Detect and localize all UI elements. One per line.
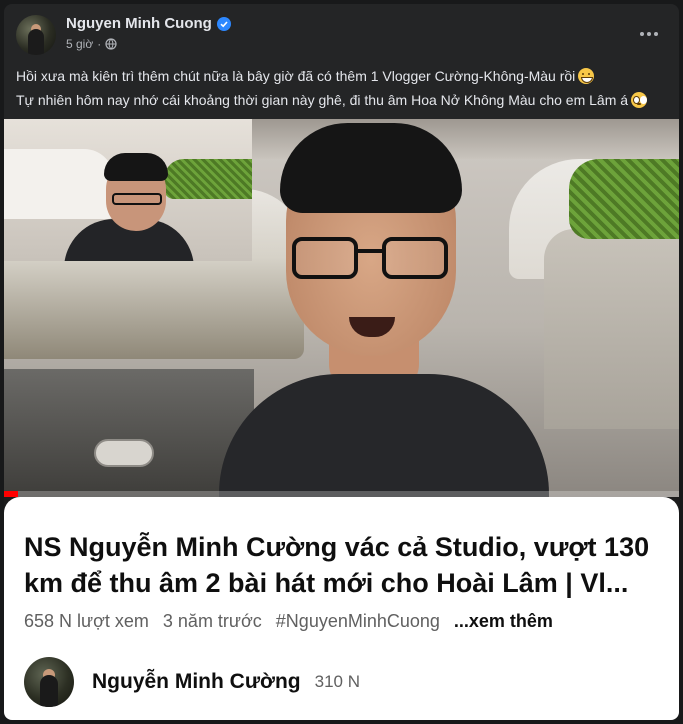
shared-media[interactable]: NS Nguyễn Minh Cường vác cả Studio, vượt… [4,119,679,720]
author-row: Nguyen Minh Cuong [66,15,231,32]
author-avatar[interactable] [16,15,56,55]
car-seat [544,229,679,429]
person-hair [280,123,462,213]
more-options-icon[interactable] [631,16,667,52]
door-handle [94,439,154,467]
picture-in-picture-inset [4,119,252,261]
verified-badge-icon [216,16,231,31]
pip-hair [104,153,168,181]
see-more-link[interactable]: ...xem thêm [454,611,553,632]
channel-avatar-figure [40,675,58,707]
post-time[interactable]: 5 giờ [66,37,93,51]
caption-line-2: Tự nhiên hôm nay nhớ cái khoảng thời gia… [16,88,666,112]
view-count: 658 N lượt xem [24,611,149,631]
pip-seat [164,159,252,199]
pip-window [4,149,114,219]
post-caption: Hồi xưa mà kiên trì thêm chút nữa là bây… [16,64,666,112]
video-thumbnail[interactable] [4,119,679,497]
caption-line-1: Hồi xưa mà kiên trì thêm chút nữa là bây… [16,64,666,88]
pip-glasses [112,193,162,205]
video-progress-fill [4,491,18,497]
meta-separator: · [97,37,102,51]
channel-avatar[interactable] [24,657,74,707]
caption-line-1-text: Hồi xưa mà kiên trì thêm chút nữa là bây… [16,68,576,84]
globe-icon[interactable] [105,38,117,50]
video-meta: 658 N lượt xem 3 năm trước #NguyenMinhCu… [24,611,553,632]
avatar-figure [28,29,44,55]
seat-headrest [569,159,679,239]
facebook-post: Nguyen Minh Cuong 5 giờ · Hồi xưa mà kiê… [4,4,679,720]
grinning-emoji-icon [578,68,595,84]
glasses-right-lens [382,237,448,279]
author-name[interactable]: Nguyen Minh Cuong [66,15,212,32]
post-header: Nguyen Minh Cuong 5 giờ · [4,4,679,64]
hashtag-link[interactable]: #NguyenMinhCuong [276,611,440,632]
caption-line-2-text: Tự nhiên hôm nay nhớ cái khoảng thời gia… [16,92,629,108]
channel-row: Nguyễn Minh Cường 310 N [24,657,360,707]
person-shirt [219,374,549,497]
video-info-card: NS Nguyễn Minh Cường vác cả Studio, vượt… [4,497,679,720]
subscriber-count: 310 N [314,672,360,691]
channel-name[interactable]: Nguyễn Minh Cường [92,670,301,694]
upload-age: 3 năm trước [162,611,262,631]
car-door-panel [4,369,254,497]
glasses-left-lens [292,237,358,279]
video-title[interactable]: NS Nguyễn Minh Cường vác cả Studio, vượt… [24,529,664,601]
pleading-emoji-icon [631,92,648,108]
glasses-bridge [356,249,384,253]
post-meta: 5 giờ · [66,37,117,51]
